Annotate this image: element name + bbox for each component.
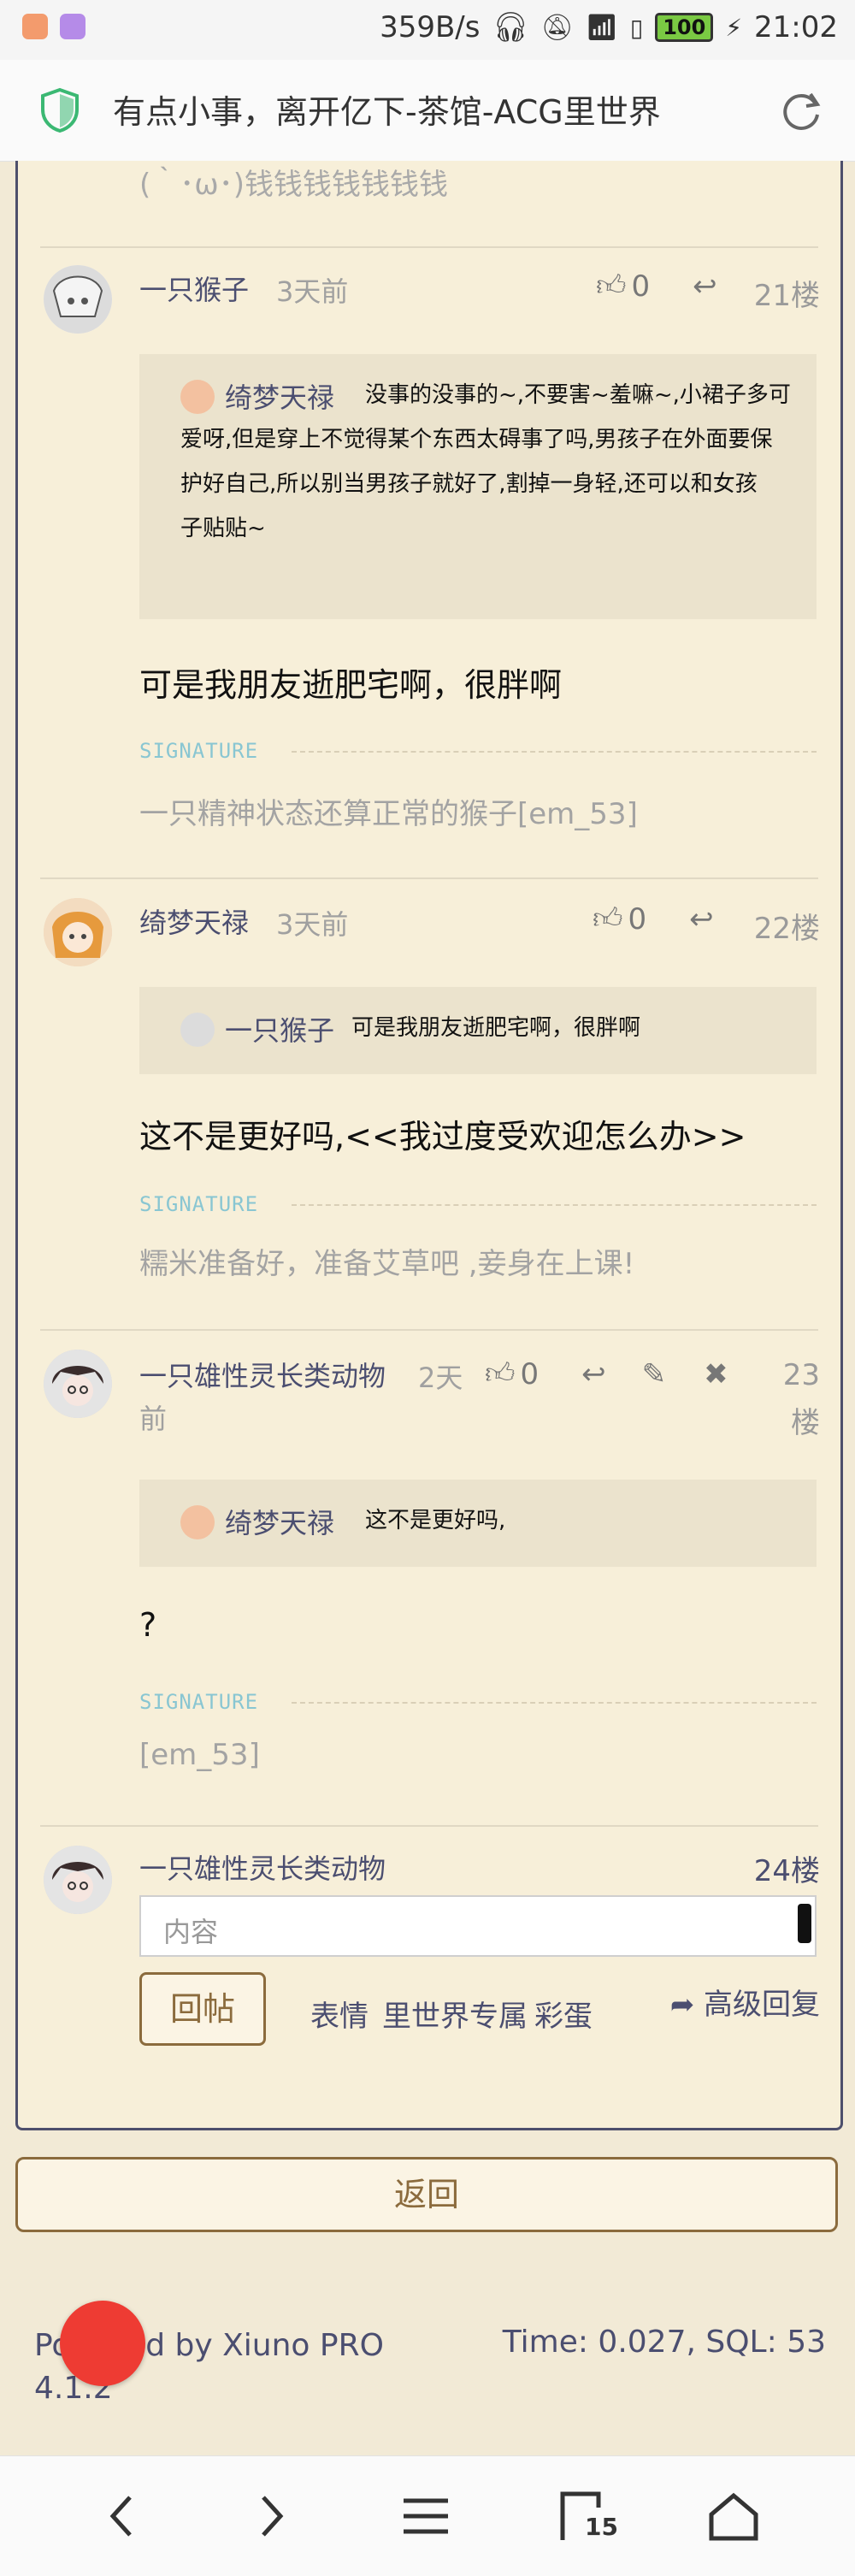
textarea-scrollbar[interactable]	[798, 1904, 811, 1943]
signature-label: SIGNATURE	[139, 1192, 259, 1216]
advanced-reply-link[interactable]: ➦ 高级回复	[670, 1981, 820, 2023]
quote-avatar	[180, 380, 215, 414]
post-time: 2天	[418, 1362, 463, 1394]
signature-label: SIGNATURE	[139, 739, 259, 763]
mute-icon: 🔕︎	[540, 12, 574, 43]
back-button[interactable]: 返回	[15, 2157, 838, 2232]
reply-textarea[interactable]: 内容	[139, 1895, 817, 1957]
post-message: 可是我朋友逝肥宅啊，很胖啊	[139, 666, 563, 704]
quote-avatar	[180, 1505, 215, 1539]
music-app-icon	[22, 14, 48, 39]
quote-text: 这不是更好吗,	[365, 1508, 506, 1533]
reply-icon[interactable]: ↩	[693, 269, 717, 304]
battery-indicator: 100	[655, 13, 714, 42]
signature-divider	[292, 1204, 817, 1206]
back-arrow-icon[interactable]	[97, 2490, 149, 2542]
wifi-icon: 📶︎	[585, 12, 618, 43]
floating-action-button[interactable]	[60, 2301, 145, 2386]
quote-avatar	[180, 1013, 215, 1047]
shield-icon[interactable]	[39, 87, 80, 133]
avatar[interactable]	[44, 898, 112, 966]
quote-author[interactable]: 一只猴子	[225, 1009, 334, 1049]
post-divider	[40, 246, 818, 248]
post-time: 3天前	[276, 908, 349, 941]
quote-block: 一只猴子 可是我朋友逝肥宅啊，很胖啊	[139, 987, 817, 1074]
signature-divider	[292, 751, 817, 753]
post-reply-button[interactable]: 回帖	[139, 1972, 266, 2046]
signature-text: [em_53]	[139, 1738, 260, 1772]
reply-icon[interactable]: ↩	[581, 1357, 606, 1391]
delete-icon[interactable]: ✖	[704, 1357, 728, 1391]
post-message: 这不是更好吗,<<我过度受欢迎怎么办>>	[139, 1118, 746, 1155]
floor-number-continued: 楼	[791, 1406, 820, 1440]
post-divider	[40, 1825, 818, 1827]
post-author[interactable]: 一只雄性灵长类动物	[139, 1355, 386, 1394]
browser-nav-bar: 15	[0, 2455, 855, 2576]
status-bar: 359B/s 🎧︎ 🔕︎ 📶︎ ▯ 100 ⚡ 21:02	[0, 0, 855, 60]
avatar[interactable]	[44, 1350, 112, 1418]
home-icon[interactable]	[708, 2490, 759, 2542]
like-count: 0	[628, 901, 647, 936]
signature-text: 一只精神状态还算正常的猴子[em_53]	[139, 797, 638, 831]
like-count: 0	[631, 269, 651, 304]
charging-icon: ⚡	[725, 13, 743, 42]
quote-block: 绮梦天禄 没事的没事的~,不要害~羞嘛~,小裙子多可 爱呀,但是穿上不觉得某个东…	[139, 354, 817, 619]
quote-text-line: 爱呀,但是穿上不觉得某个东西太碍事了吗,男孩子在外面要保	[180, 427, 773, 452]
reply-placeholder: 内容	[163, 1916, 219, 1948]
forward-arrow-icon[interactable]	[245, 2490, 296, 2542]
post-time-continued: 前	[139, 1403, 168, 1435]
reload-icon[interactable]	[780, 89, 824, 133]
share-arrow-icon: ➦	[669, 1988, 695, 2022]
signature-label: SIGNATURE	[139, 1690, 259, 1714]
post-time: 3天前	[276, 275, 349, 308]
reply-floor-number: 24楼	[753, 1854, 820, 1888]
quote-text-line: 子贴贴~	[180, 516, 266, 541]
quote-text: 可是我朋友逝肥宅啊，很胖啊	[351, 1015, 641, 1041]
sim-icon: ▯	[629, 13, 644, 42]
quote-block: 绮梦天禄 这不是更好吗,	[139, 1480, 817, 1567]
like-count: 0	[520, 1356, 540, 1391]
thumbs-up-icon[interactable]: 👍︎	[593, 901, 623, 936]
thumbs-up-icon[interactable]: 👍︎	[485, 1356, 516, 1391]
address-bar: 有点小事，离开亿下-茶馆-ACG里世界	[0, 60, 855, 162]
thread-panel: (｀･ω･)钱钱钱钱钱钱钱 一只猴子 3天前 👍︎ 0 ↩ 21楼 绮梦天禄 没…	[15, 161, 843, 2130]
floor-number: 22楼	[753, 912, 820, 946]
post-divider	[40, 877, 818, 879]
gallery-app-icon	[60, 14, 86, 39]
quote-author[interactable]: 绮梦天禄	[225, 376, 334, 416]
advanced-reply-label: 高级回复	[704, 1988, 820, 2022]
emoji-link[interactable]: 表情	[310, 1993, 369, 2035]
easter-egg-link[interactable]: 彩蛋	[534, 1993, 593, 2035]
post-author[interactable]: 绮梦天禄	[139, 901, 249, 941]
page-stats: Time: 0.027, SQL: 53	[502, 2325, 826, 2360]
network-speed: 359B/s	[380, 10, 481, 44]
quote-text-line: 护好自己,所以别当男孩子就好了,割掉一身轻,还可以和女孩	[180, 471, 758, 497]
post-author[interactable]: 一只猴子	[139, 269, 249, 308]
exclusive-emoji-link[interactable]: 里世界专属	[382, 1993, 528, 2035]
avatar	[44, 1846, 112, 1914]
clock: 21:02	[754, 10, 838, 44]
signature-text: 糯米准备好，准备艾草吧 ,妾身在上课!	[139, 1247, 635, 1281]
post-divider	[40, 1329, 818, 1331]
page-title[interactable]: 有点小事，离开亿下-茶馆-ACG里世界	[113, 86, 661, 133]
tab-count: 15	[585, 2513, 618, 2541]
tabs-button[interactable]: 15	[559, 2490, 618, 2542]
reply-author: 一只雄性灵长类动物	[139, 1852, 386, 1885]
menu-icon[interactable]	[400, 2490, 451, 2542]
thumbs-up-icon[interactable]: 👍︎	[596, 269, 627, 304]
floor-number: 21楼	[753, 279, 820, 313]
floor-number: 23	[782, 1358, 820, 1392]
edit-icon[interactable]: ✎	[642, 1357, 667, 1391]
signature-divider	[292, 1702, 817, 1704]
headphone-icon: 🎧︎	[492, 10, 529, 44]
post-message: ?	[139, 1606, 157, 1644]
avatar[interactable]	[44, 265, 112, 334]
quote-text-line: 没事的没事的~,不要害~羞嘛~,小裙子多可	[365, 382, 791, 408]
reply-icon[interactable]: ↩	[689, 902, 714, 936]
previous-post-signature: (｀･ω･)钱钱钱钱钱钱钱	[139, 168, 449, 202]
quote-author[interactable]: 绮梦天禄	[225, 1502, 334, 1541]
